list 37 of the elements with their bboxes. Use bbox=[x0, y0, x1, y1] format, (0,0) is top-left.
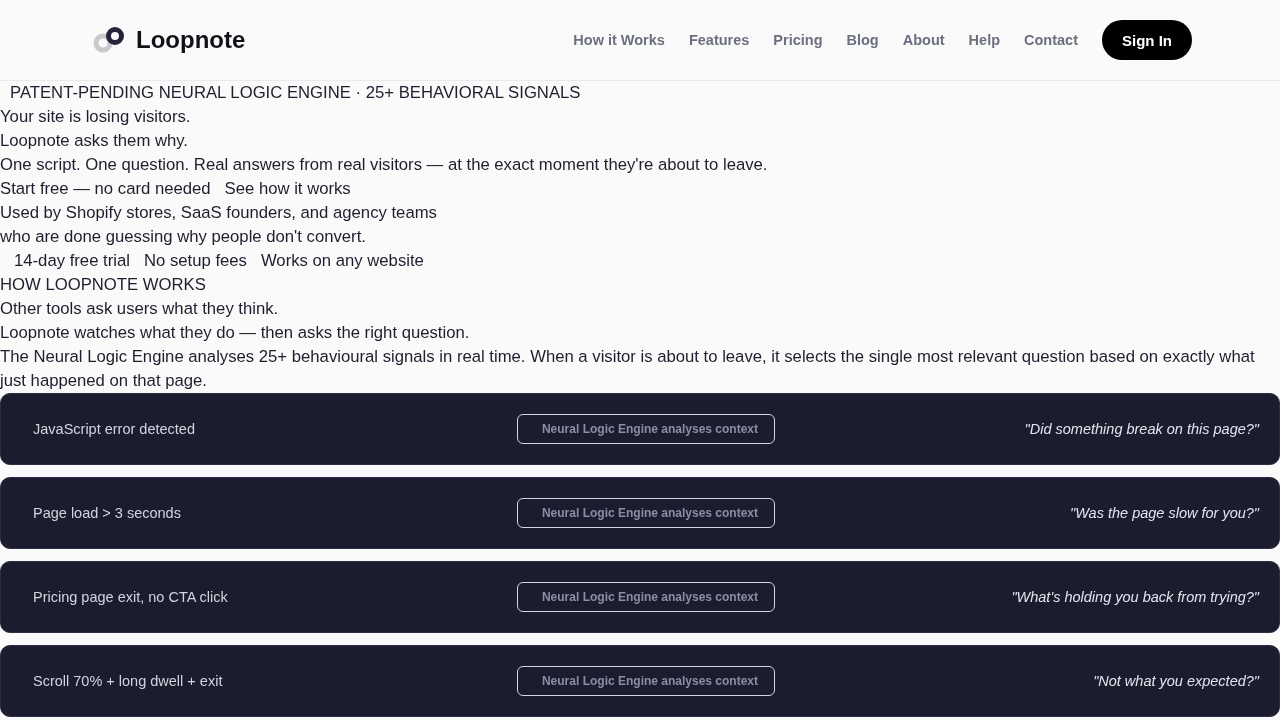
section-heading: Loopnote watches what they do — then asks the right question. bbox=[0, 323, 470, 342]
signal-text: Page load > 3 seconds bbox=[33, 505, 181, 521]
signal-text: Pricing page exit, no CTA click bbox=[33, 589, 228, 605]
badge-text: PATENT-PENDING NEURAL LOGIC ENGINE · 25+ BEHAVIORAL SIGNALS bbox=[10, 83, 581, 102]
sign-in-button[interactable]: Sign In bbox=[1102, 20, 1192, 60]
nav-link[interactable]: Pricing bbox=[773, 32, 823, 48]
nav-link[interactable]: Features bbox=[688, 32, 750, 48]
section-eyebrow: HOW LOOPNOTE WORKS bbox=[0, 275, 206, 294]
social-proof-text: who are done guessing why people don't convert. bbox=[0, 227, 366, 246]
question-text: "Did something break on this page?" bbox=[1024, 421, 1259, 437]
signal-text: JavaScript error detected bbox=[33, 421, 195, 437]
nav-link[interactable]: Help bbox=[968, 32, 1000, 48]
engine-pill: Neural Logic Engine analyses context bbox=[517, 498, 775, 528]
question-text: "What's holding you back from trying?" bbox=[1011, 589, 1259, 605]
section-description: The Neural Logic Engine analyses 25+ behavioural signals in real time. When a visitor is about to leave, it selects the single most relevant question based on exactly what just happened on that page. bbox=[0, 347, 1256, 390]
engine-pill: Neural Logic Engine analyses context bbox=[517, 666, 775, 696]
perk-text: 14-day free trial bbox=[14, 250, 130, 272]
signal-text: Scroll 70% + long dwell + exit bbox=[33, 673, 223, 689]
cta-link[interactable]: Start free — no card needed bbox=[0, 177, 211, 201]
engine-pill: Neural Logic Engine analyses context bbox=[517, 582, 775, 612]
subtitle-text: One script. One question. Real answers from real visitors — at the exact moment they're about to leave. bbox=[0, 155, 768, 174]
perk-text: Works on any website bbox=[260, 250, 424, 272]
nav-link[interactable]: Blog bbox=[846, 32, 879, 48]
question-text: "Was the page slow for you?" bbox=[1070, 505, 1259, 521]
engine-pill: Neural Logic Engine analyses context bbox=[517, 414, 775, 444]
cta-link[interactable]: See how it works bbox=[224, 177, 351, 201]
nav-link[interactable]: About bbox=[902, 32, 945, 48]
social-proof-text: Used by Shopify stores, SaaS founders, and agency teams bbox=[0, 203, 437, 222]
brand-name: Loopnote bbox=[136, 26, 246, 54]
headline-text: Loopnote asks them why. bbox=[0, 131, 188, 150]
logo-icon bbox=[93, 27, 125, 53]
section-heading: Other tools ask users what they think. bbox=[0, 299, 279, 318]
nav-link[interactable]: Contact bbox=[1024, 32, 1078, 48]
headline-text: Your site is losing visitors. bbox=[0, 107, 191, 126]
perk-text: No setup fees bbox=[143, 250, 247, 272]
question-text: "Not what you expected?" bbox=[1093, 673, 1259, 689]
nav-link[interactable]: How it Works bbox=[573, 32, 665, 48]
